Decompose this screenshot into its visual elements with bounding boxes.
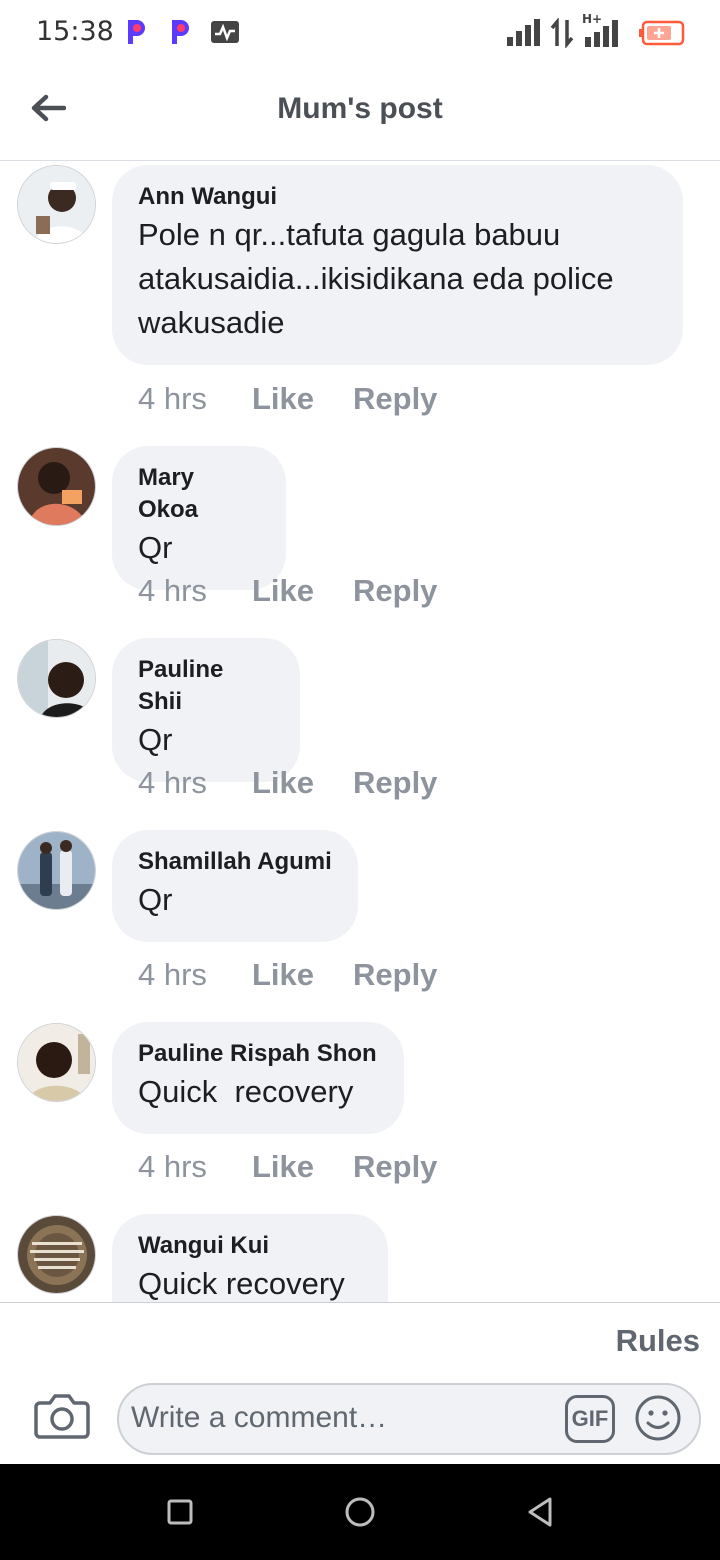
comment-bubble: Wangui Kui Quick recovery [112,1214,388,1302]
system-nav-bar [0,1464,720,1560]
avatar[interactable] [17,1215,96,1294]
comment-actions: 4 hrs Like Reply [138,381,437,417]
battery-icon [639,20,685,46]
comment-author[interactable]: Wangui Kui [138,1230,362,1262]
signal-icon [507,19,540,46]
gif-button[interactable]: GIF [565,1395,615,1443]
data-transfer-icon [550,18,574,48]
emoji-button[interactable] [633,1393,683,1443]
comment-bubble: Pauline Rispah Shon Quick recovery [112,1022,404,1134]
like-button[interactable]: Like [252,957,353,993]
reply-button[interactable]: Reply [353,765,437,801]
reply-button[interactable]: Reply [353,381,437,417]
comment-time[interactable]: 4 hrs [138,381,252,417]
back-nav-icon[interactable] [522,1494,558,1530]
comment-bubble: Pauline Shii Qr [112,638,300,782]
comment-input[interactable]: Write a comment… GIF [117,1383,701,1455]
comment-author[interactable]: Pauline Shii [138,654,274,718]
p-app-icon [128,20,145,44]
reply-button[interactable]: Reply [353,573,437,609]
rules-link[interactable]: Rules [616,1323,700,1359]
recent-apps-icon[interactable] [162,1494,198,1530]
comment-actions: 4 hrs Like Reply [138,957,437,993]
comment-actions: 4 hrs Like Reply [138,1149,437,1185]
activity-monitor-icon [211,21,239,43]
comment-author[interactable]: Pauline Rispah Shon [138,1038,378,1070]
page-title: Mum's post [277,92,443,125]
comment-bubble: Ann Wangui Pole n qr...tafuta gagula bab… [112,165,683,365]
avatar[interactable] [17,447,96,526]
reply-button[interactable]: Reply [353,957,437,993]
like-button[interactable]: Like [252,573,353,609]
camera-button[interactable] [34,1391,90,1441]
p-app-icon [172,20,189,44]
comment-time[interactable]: 4 hrs [138,1149,252,1185]
avatar[interactable] [17,639,96,718]
comment-bubble: Shamillah Agumi Qr [112,830,358,942]
comment-text: Qr [138,530,173,565]
comment-time[interactable]: 4 hrs [138,765,252,801]
camera-icon [34,1394,90,1439]
status-time: 15:38 [36,16,114,47]
comment-composer: Rules Write a comment… GIF [0,1302,720,1464]
avatar[interactable] [17,1023,96,1102]
home-icon[interactable] [342,1494,378,1530]
post-header: Mum's post [0,66,720,161]
comment-input-placeholder: Write a comment… [131,1401,388,1434]
comment-time[interactable]: 4 hrs [138,957,252,993]
comment-author[interactable]: Shamillah Agumi [138,846,332,878]
comment-text: Quick recovery [138,1266,345,1301]
comment-text: Quick recovery [138,1074,354,1109]
comment-actions: 4 hrs Like Reply [138,765,437,801]
avatar[interactable] [17,831,96,910]
reply-button[interactable]: Reply [353,1149,437,1185]
comment-author[interactable]: Mary Okoa [138,462,260,526]
comment-time[interactable]: 4 hrs [138,573,252,609]
avatar[interactable] [17,165,96,244]
like-button[interactable]: Like [252,765,353,801]
comment-bubble: Mary Okoa Qr [112,446,286,590]
like-button[interactable]: Like [252,1149,353,1185]
like-button[interactable]: Like [252,381,353,417]
comment-text: Pole n qr...tafuta gagula babuu atakusai… [138,217,614,340]
comment-actions: 4 hrs Like Reply [138,573,437,609]
status-indicators: H+ [506,12,686,50]
comment-author[interactable]: Ann Wangui [138,181,657,213]
comment-text: Qr [138,722,173,757]
status-bar: 15:38 H+ [0,0,720,66]
comment-text: Qr [138,882,173,917]
smiley-icon [635,1395,681,1441]
signal-icon: H+ [582,12,620,48]
comment-list[interactable]: Ann Wangui Pole n qr...tafuta gagula bab… [0,161,720,1302]
